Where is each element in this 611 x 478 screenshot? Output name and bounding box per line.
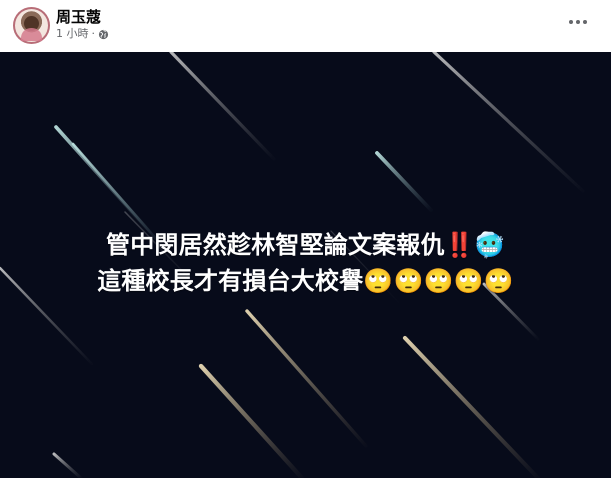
caption-line-1-emojis: ‼️🥶 [444,231,505,259]
post-time[interactable]: 1 小時 [56,27,89,41]
more-options-button[interactable] [563,11,593,33]
caption-line-2-text: 這種校長才有損台大校譽 [97,267,364,295]
caption-line-1: 管中閔居然趁林智堅論文案報仇‼️🥶 [0,227,611,263]
post-image-caption: 管中閔居然趁林智堅論文案報仇‼️🥶 這種校長才有損台大校譽🙄🙄🙄🙄🙄 [0,227,611,299]
post-header: 周玉蔻 1 小時 · [0,0,611,52]
public-globe-icon [98,29,109,39]
author-avatar[interactable] [13,7,50,44]
author-name[interactable]: 周玉蔻 [56,8,101,26]
post-image[interactable]: 管中閔居然趁林智堅論文案報仇‼️🥶 這種校長才有損台大校譽🙄🙄🙄🙄🙄 [0,52,611,478]
caption-line-1-text: 管中閔居然趁林智堅論文案報仇 [106,231,445,259]
meta-separator: · [91,27,96,40]
post-meta: 1 小時 · [56,27,109,41]
caption-line-2: 這種校長才有損台大校譽🙄🙄🙄🙄🙄 [0,263,611,299]
facebook-post-page: { "post": { "author": { "name": "周玉蔻", "… [0,0,611,478]
more-options-icon [569,20,587,24]
caption-line-2-emojis: 🙄🙄🙄🙄🙄 [363,267,514,295]
